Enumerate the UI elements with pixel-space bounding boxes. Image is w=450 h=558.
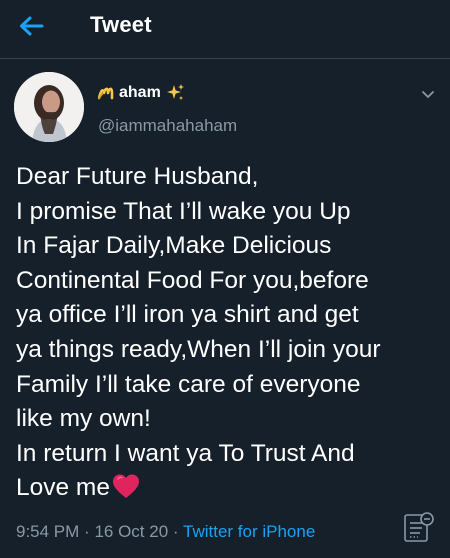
meta-separator: · [172, 522, 179, 541]
red-heart-icon [112, 474, 139, 499]
tweet-line: In Fajar Daily,Make Delicious [16, 232, 332, 260]
tweet-line-text: Love me [16, 474, 110, 502]
profile-photo-icon [14, 72, 84, 142]
top-bar: Tweet [0, 0, 450, 54]
tweet-line: ya things ready,When I’ll join your [16, 335, 381, 363]
tweet-text: Dear Future Husband, I promise That I’ll… [16, 160, 436, 506]
chevron-down-icon[interactable] [418, 84, 438, 104]
tweet-line: like my own! [16, 405, 151, 433]
tweet-date: 16 Oct 20 [94, 522, 169, 541]
tweet-line: ya office I’ll iron ya shirt and get [16, 301, 359, 329]
header-divider [0, 58, 450, 59]
tweet-source-link[interactable]: Twitter for iPhone [183, 522, 315, 541]
sparkles-icon [166, 84, 184, 100]
tweet-line: Family I’ll take care of everyone [16, 370, 361, 398]
arrow-left-icon [20, 16, 44, 36]
page-title: Tweet [90, 12, 152, 37]
tweet-analytics-icon[interactable] [402, 511, 436, 545]
author-handle[interactable]: @iammahahaham [98, 116, 237, 136]
tweet-line-last: Love me [16, 471, 436, 506]
tweet-line: Continental Food For you,before [16, 266, 369, 294]
calligraphy-m-icon [98, 87, 114, 100]
tweet-time: 9:54 PM [16, 522, 80, 541]
author-name-text: aham [119, 84, 161, 101]
tweet-line: Dear Future Husband, [16, 163, 259, 190]
tweet-line: In return I want ya To Trust And [16, 439, 355, 467]
meta-separator: · [84, 522, 90, 541]
author-name[interactable]: aham [98, 83, 185, 103]
tweet-line: I promise That I’ll wake you Up [16, 197, 351, 225]
back-button[interactable] [14, 11, 48, 41]
tweet-meta: 9:54 PM · 16 Oct 20 · Twitter for iPhone [16, 522, 315, 542]
avatar[interactable] [14, 72, 84, 142]
